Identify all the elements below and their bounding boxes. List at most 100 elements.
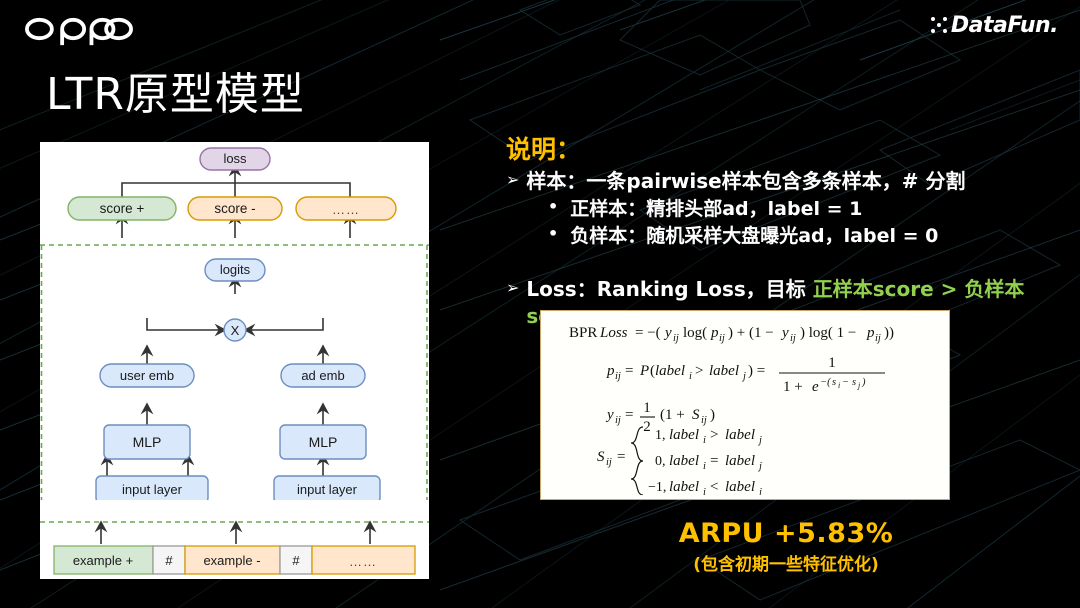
svg-text:)): )): [884, 325, 894, 341]
svg-text:p: p: [710, 325, 719, 341]
svg-text:ij: ij: [875, 333, 881, 344]
svg-text:label: label: [725, 427, 755, 443]
svg-text:label: label: [725, 453, 755, 469]
example-separator-2: #: [292, 553, 300, 568]
example-separator-1: #: [165, 553, 173, 568]
svg-text:(1 +: (1 +: [660, 407, 685, 423]
oppo-logo: [25, 17, 133, 46]
diagram-node-multiply: X: [223, 318, 247, 342]
arpu-note: (包含初期一些特征优化): [693, 555, 879, 575]
svg-text:j: j: [757, 461, 762, 472]
svg-text:>: >: [695, 363, 703, 379]
result-block: ARPU +5.83% (包含初期一些特征优化): [506, 518, 1066, 575]
diagram-node-logits: logits: [204, 258, 266, 282]
node-label-input-layer-left: input layer: [122, 482, 183, 497]
node-label-mlp-right: MLP: [309, 434, 338, 450]
svg-text:=: =: [625, 363, 633, 379]
svg-text:ij: ij: [701, 415, 707, 426]
diagram-node-score-negative: score -: [187, 196, 283, 221]
formula-line-2: p ij = P ( label i > label j ) = 1 1 + e…: [606, 355, 885, 395]
svg-text:e: e: [812, 379, 819, 395]
svg-text:ij: ij: [615, 371, 621, 382]
svg-text:log(: log(: [683, 325, 707, 341]
svg-text:) =: ) =: [748, 363, 765, 379]
svg-text:): ): [861, 377, 866, 388]
svg-text:1 +: 1 +: [783, 379, 803, 395]
svg-text:p: p: [866, 325, 875, 341]
svg-text:i: i: [703, 461, 706, 472]
formula-line-1: BPR Loss = −( y ij log( p ij ) + (1 − y …: [569, 325, 894, 344]
svg-text:label: label: [655, 363, 685, 379]
diagram-node-user-emb: user emb: [99, 363, 195, 388]
arrow-bullet-icon: ➢: [506, 277, 520, 297]
svg-text:label: label: [709, 363, 739, 379]
example-label-negative: example -: [203, 553, 260, 568]
node-label-mlp-left: MLP: [133, 434, 162, 450]
svg-text:0,: 0,: [655, 454, 666, 469]
datafun-logo: DataFun.: [930, 8, 1059, 42]
diagram-node-mlp-right: MLP: [279, 424, 367, 460]
svg-text:1: 1: [643, 400, 651, 416]
formula-line-4: S ij = 1, label i > label j 0, label i =…: [597, 426, 762, 495]
svg-text:s: s: [832, 377, 836, 388]
svg-text:= −(: = −(: [635, 325, 661, 341]
svg-text:ij: ij: [790, 333, 796, 344]
svg-text:) + (1 −: ) + (1 −: [728, 325, 774, 341]
dot-bullet-icon: •: [548, 223, 559, 243]
datafun-wordmark: DataFun.: [950, 12, 1059, 38]
svg-text:y: y: [663, 325, 672, 341]
svg-text:j: j: [757, 487, 762, 495]
svg-text:ij: ij: [719, 333, 725, 344]
svg-text:−1,: −1,: [648, 480, 666, 495]
bullet-negative-sample: • 负样本：随机采样大盘曝光ad，label = 0: [548, 223, 1066, 250]
svg-text:<: <: [710, 479, 718, 495]
example-row: example + # example - # ……: [53, 545, 416, 575]
diagram-node-mlp-left: MLP: [103, 424, 191, 460]
node-label-multiply: X: [231, 323, 240, 338]
node-label-input-layer-right: input layer: [297, 482, 358, 497]
dot-bullet-icon: •: [548, 196, 559, 216]
svg-text:ij: ij: [615, 415, 621, 426]
node-label-loss: loss: [223, 151, 247, 166]
bullet-negative-sample-text: 负样本：随机采样大盘曝光ad，label = 0: [570, 224, 939, 247]
svg-text:j: j: [857, 381, 861, 390]
example-label-positive: example +: [73, 553, 133, 568]
diagram-node-input-layer-right: input layer: [273, 475, 381, 504]
svg-text:label: label: [725, 479, 755, 495]
node-label-score-positive: score +: [100, 201, 145, 216]
explanation-panel: 说明： ➢ 样本：一条pairwise样本包含多条样本，# 分割 • 正样本：精…: [506, 130, 1066, 331]
svg-text:−(: −(: [820, 377, 832, 388]
diagram-node-ad-emb: ad emb: [280, 363, 366, 388]
svg-text:i: i: [703, 435, 706, 446]
bpr-loss-formula-box: .m { font-family:"Liberation Serif","Dej…: [540, 310, 950, 500]
svg-text:1,: 1,: [655, 428, 666, 443]
svg-text:=: =: [617, 449, 625, 465]
svg-text:1: 1: [828, 355, 836, 371]
svg-text:label: label: [669, 479, 699, 495]
svg-text:P: P: [639, 363, 649, 379]
svg-text:ij: ij: [673, 333, 679, 344]
bullet-sample: ➢ 样本：一条pairwise样本包含多条样本，# 分割: [506, 168, 1066, 196]
svg-text:2: 2: [643, 419, 651, 435]
diagram-node-score-positive: score +: [67, 196, 177, 221]
svg-text:S: S: [597, 449, 605, 465]
bullet-positive-sample-text: 正样本：精排头部ad，label = 1: [570, 197, 863, 220]
node-label-score-negative: score -: [214, 201, 255, 216]
diagram-node-loss: loss: [199, 147, 271, 171]
svg-text:−: −: [842, 377, 849, 388]
svg-text:label: label: [669, 427, 699, 443]
svg-text:s: s: [852, 377, 856, 388]
svg-text:p: p: [606, 363, 615, 379]
svg-text:S: S: [692, 407, 700, 423]
svg-text:): ): [710, 407, 715, 423]
example-label-more: ……: [349, 554, 377, 569]
explanation-heading: 说明：: [506, 135, 582, 164]
node-label-score-more: ……: [332, 202, 360, 217]
example-strip-layer: example + # example - # ……: [40, 500, 429, 579]
datafun-dots-icon: [930, 17, 947, 33]
arrow-bullet-icon: ➢: [506, 170, 520, 189]
svg-text:i: i: [703, 487, 706, 495]
diagram-node-input-layer-left: input layer: [95, 475, 209, 504]
svg-text:label: label: [669, 453, 699, 469]
node-label-ad-emb: ad emb: [301, 368, 344, 383]
